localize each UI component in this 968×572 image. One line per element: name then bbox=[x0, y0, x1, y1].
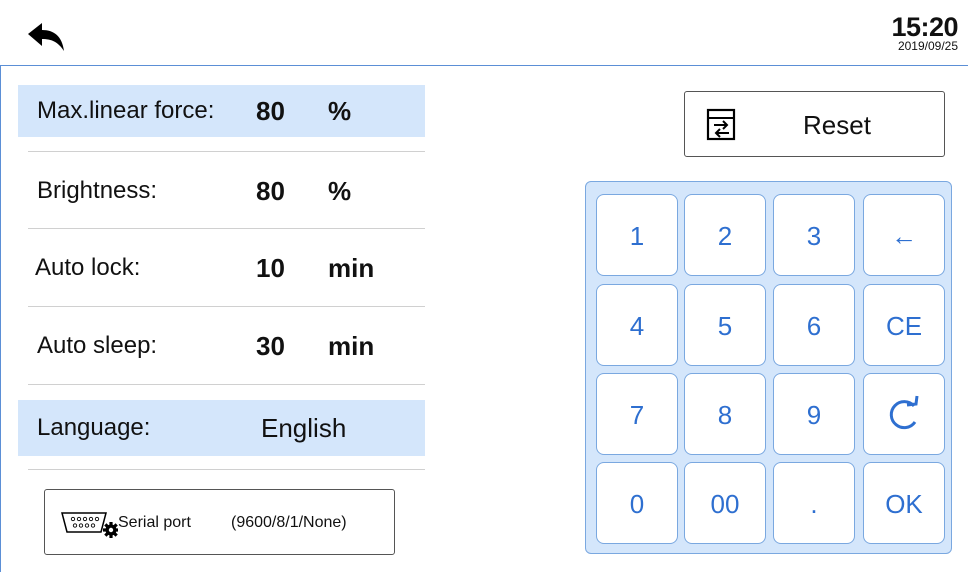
key-7[interactable]: 7 bbox=[596, 373, 678, 455]
setting-value: 80 bbox=[256, 96, 285, 126]
divider bbox=[28, 384, 425, 385]
key-6[interactable]: 6 bbox=[773, 284, 855, 366]
serial-port-params: (9600/8/1/None) bbox=[231, 514, 347, 531]
divider bbox=[28, 306, 425, 307]
setting-unit: min bbox=[328, 331, 375, 361]
setting-label: Auto sleep: bbox=[37, 332, 158, 359]
setting-row-max-linear-force[interactable]: Max.linear force: 80 % bbox=[18, 85, 425, 137]
key-3[interactable]: 3 bbox=[773, 194, 855, 276]
clock: 15:20 2019/09/25 bbox=[891, 14, 958, 53]
key-00[interactable]: 00 bbox=[684, 462, 766, 544]
setting-unit: min bbox=[328, 253, 375, 283]
key-9[interactable]: 9 bbox=[773, 373, 855, 455]
divider bbox=[28, 228, 425, 229]
setting-value: 80 bbox=[256, 176, 285, 206]
reset-icon bbox=[706, 108, 736, 141]
refresh-icon bbox=[889, 395, 919, 430]
clock-date: 2019/09/25 bbox=[897, 39, 958, 53]
setting-row-brightness[interactable]: Brightness: 80 % bbox=[18, 165, 425, 217]
setting-unit: % bbox=[328, 96, 352, 126]
key-backspace[interactable]: ← bbox=[863, 194, 945, 276]
key-ce[interactable]: CE bbox=[863, 284, 945, 366]
reset-button[interactable]: Reset bbox=[684, 91, 945, 157]
key-decimal[interactable]: . bbox=[773, 462, 855, 544]
reset-label: Reset bbox=[803, 110, 871, 140]
numeric-keypad: 1 2 3 ← 4 5 6 CE 7 8 9 0 00 . OK bbox=[585, 181, 952, 554]
setting-label: Max.linear force: bbox=[37, 97, 215, 124]
key-ok[interactable]: OK bbox=[863, 462, 945, 544]
header-bar: 15:20 2019/09/25 bbox=[0, 0, 968, 66]
clock-time: 15:20 bbox=[891, 12, 958, 42]
setting-value: 10 bbox=[256, 253, 285, 283]
gear-icon bbox=[103, 522, 118, 538]
key-refresh[interactable] bbox=[863, 373, 945, 455]
setting-value: 30 bbox=[256, 331, 285, 361]
back-arrow-icon[interactable] bbox=[26, 22, 66, 52]
key-4[interactable]: 4 bbox=[596, 284, 678, 366]
left-border bbox=[0, 66, 1, 572]
key-1[interactable]: 1 bbox=[596, 194, 678, 276]
key-5[interactable]: 5 bbox=[684, 284, 766, 366]
setting-label: Auto lock: bbox=[35, 254, 141, 281]
setting-value: English bbox=[261, 413, 347, 443]
key-2[interactable]: 2 bbox=[684, 194, 766, 276]
setting-row-auto-sleep[interactable]: Auto sleep: 30 min bbox=[18, 320, 425, 372]
setting-row-auto-lock[interactable]: Auto lock: 10 min bbox=[18, 242, 425, 294]
setting-label: Language: bbox=[37, 414, 151, 441]
divider bbox=[28, 469, 425, 470]
divider bbox=[28, 151, 425, 152]
key-8[interactable]: 8 bbox=[684, 373, 766, 455]
serial-port-button[interactable]: Serial port (9600/8/1/None) bbox=[44, 489, 395, 555]
key-0[interactable]: 0 bbox=[596, 462, 678, 544]
serial-port-icon bbox=[61, 512, 118, 538]
serial-port-label: Serial port bbox=[118, 514, 191, 531]
settings-screen: 15:20 2019/09/25 Max.linear force: 80 % … bbox=[0, 0, 968, 572]
setting-unit: % bbox=[328, 176, 352, 206]
setting-label: Brightness: bbox=[37, 177, 158, 204]
setting-row-language[interactable]: Language: English bbox=[18, 400, 425, 456]
